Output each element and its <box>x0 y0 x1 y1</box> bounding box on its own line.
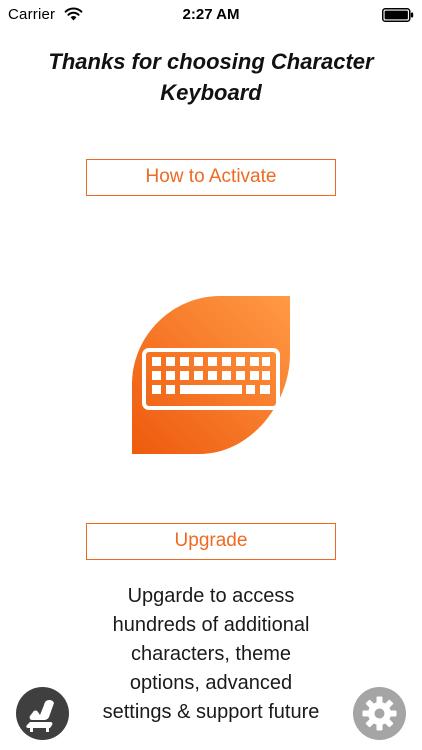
status-time: 2:27 AM <box>182 6 240 23</box>
screen: Carrier 2:27 AM Thanks for choosing Char… <box>0 0 422 750</box>
battery-icon <box>382 8 414 22</box>
settings-button[interactable] <box>353 687 406 740</box>
status-bar: Carrier 2:27 AM <box>0 0 422 30</box>
upgrade-description: Upgarde to access hundreds of additional… <box>102 585 320 723</box>
keyboard-app-icon <box>132 296 290 454</box>
upgrade-button[interactable]: Upgrade <box>86 523 336 560</box>
chair-button[interactable] <box>16 687 69 740</box>
armchair-icon <box>26 699 54 732</box>
how-to-activate-button[interactable]: How to Activate <box>86 159 336 196</box>
gear-icon <box>362 696 397 731</box>
page-title: Thanks for choosing Character Keyboard <box>48 49 374 105</box>
